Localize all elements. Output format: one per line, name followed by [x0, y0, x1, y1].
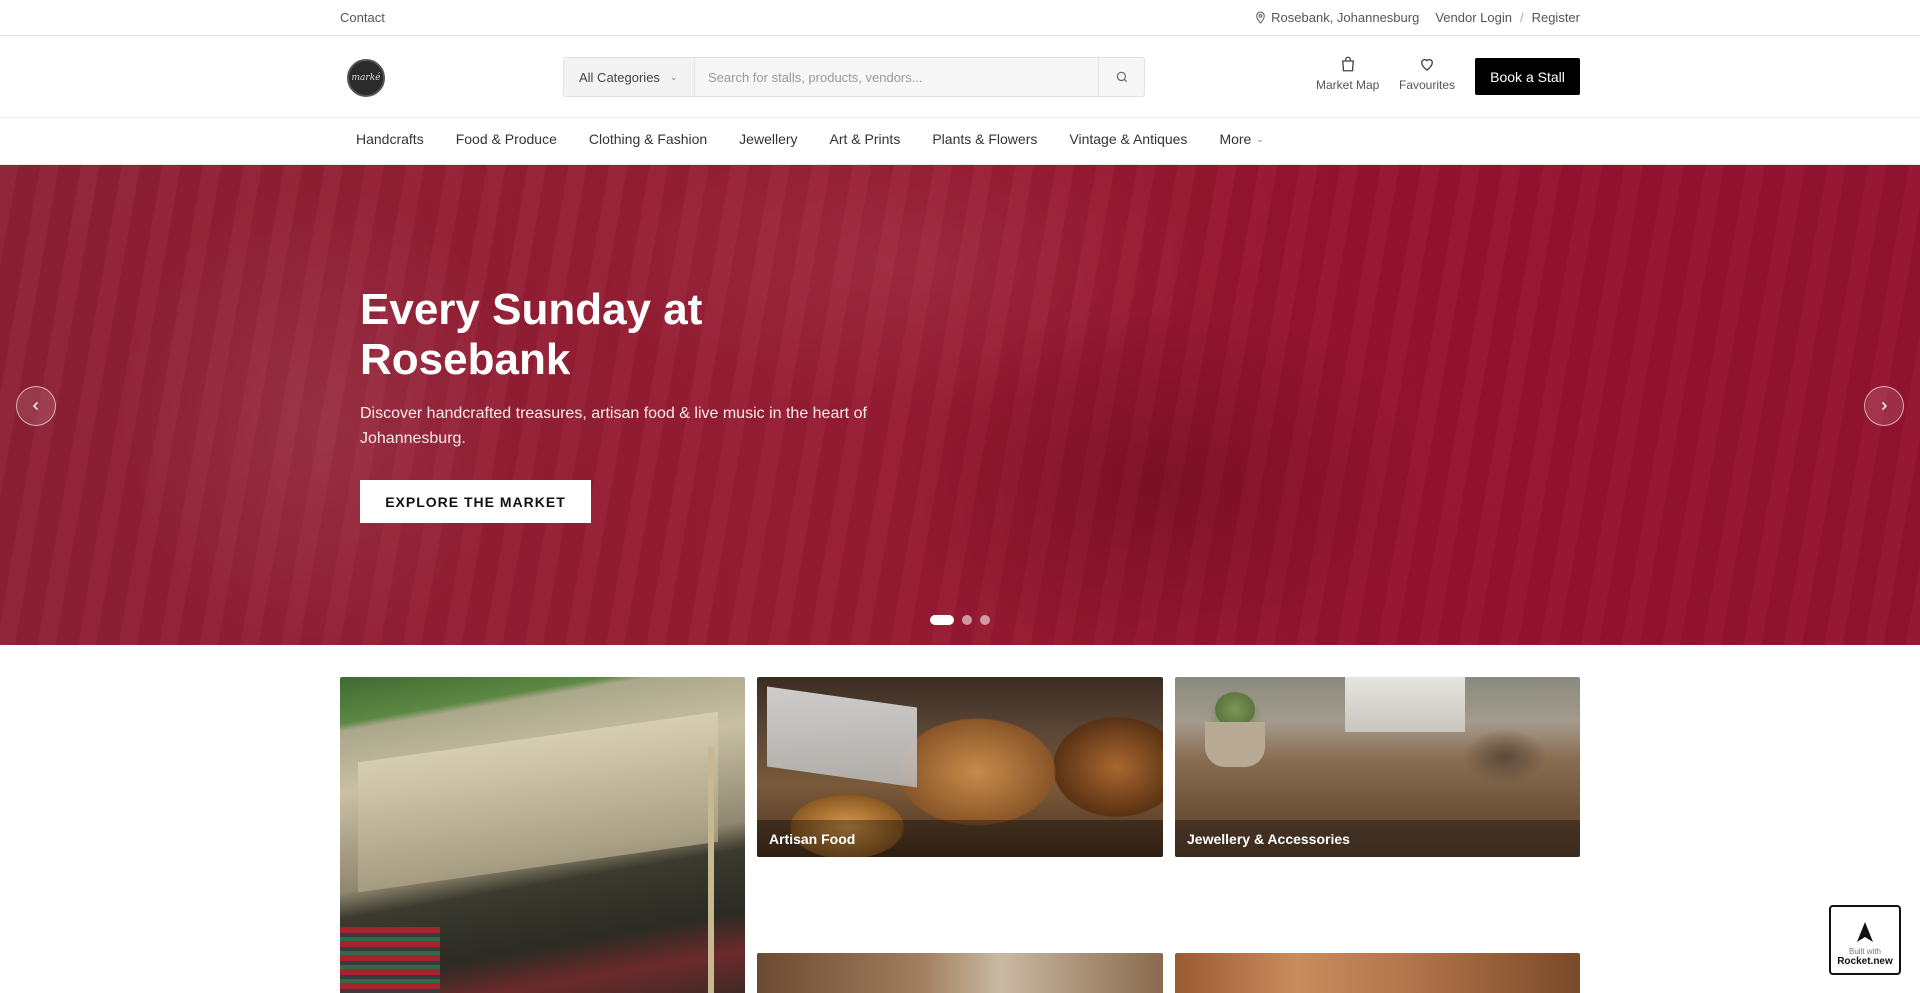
location-label: Rosebank, Johannesburg — [1271, 10, 1420, 25]
built-with-badge[interactable]: Built with Rocket.new — [1829, 905, 1901, 975]
stall-fabric-image — [340, 927, 440, 993]
search-bar: All Categories ⌄ — [563, 57, 1145, 97]
stall-pole-image — [708, 747, 714, 993]
window-image — [1345, 677, 1465, 732]
carousel-dot[interactable] — [962, 615, 972, 625]
category-tile-crafts[interactable] — [1175, 953, 1580, 993]
category-select-value: All Categories — [579, 69, 660, 85]
food-cloth-image — [767, 686, 917, 788]
nav-item-jewellery[interactable]: Jewellery — [739, 131, 797, 147]
search-button[interactable] — [1098, 58, 1144, 96]
carousel-dot[interactable] — [930, 615, 954, 625]
category-tile-artisan-food[interactable]: Artisan Food — [757, 677, 1163, 857]
stall-awning-image — [358, 711, 718, 893]
top-utility-bar: Contact Rosebank, Johannesburg Vendor Lo… — [0, 0, 1920, 36]
search-input[interactable] — [695, 58, 1098, 96]
hero-subtitle: Discover handcrafted treasures, artisan … — [360, 405, 867, 447]
carousel-dots — [930, 615, 990, 625]
contact-link[interactable]: Contact — [340, 10, 385, 25]
rocket-icon — [1857, 922, 1873, 942]
nav-item-label: Jewellery — [739, 131, 798, 147]
badge-small-text: Built with — [1848, 947, 1881, 956]
nav-item-plants-flowers[interactable]: Plants & Flowers — [932, 131, 1037, 147]
market-map-label: Market Map — [1316, 78, 1380, 92]
chevron-down-icon: ⌄ — [1256, 133, 1264, 144]
market-map-button[interactable]: Market Map — [1316, 55, 1379, 92]
category-tile-label: Jewellery & Accessories — [1175, 820, 1580, 857]
nav-item-more[interactable]: More ⌄ — [1219, 131, 1263, 147]
main-header: marké All Categories ⌄ Market Map Favour… — [0, 37, 1920, 118]
nav-item-label: Art & Prints — [829, 131, 901, 147]
hero-carousel: Every Sunday at Rosebank Discover handcr… — [0, 165, 1920, 645]
category-tile-jewellery[interactable]: Jewellery & Accessories — [1175, 677, 1580, 857]
nav-item-label: Clothing & Fashion — [588, 131, 708, 147]
badge-brand-text: Rocket.new — [1837, 956, 1893, 967]
nav-item-vintage-antiques[interactable]: Vintage & Antiques — [1069, 131, 1187, 147]
explore-market-button[interactable]: EXPLORE THE MARKET — [360, 480, 591, 523]
chevron-left-icon — [32, 401, 39, 411]
category-select[interactable]: All Categories ⌄ — [564, 58, 695, 96]
carousel-next-button[interactable] — [1864, 386, 1904, 426]
pot-image — [1205, 722, 1265, 767]
book-stall-button[interactable]: Book a Stall — [1475, 58, 1580, 95]
nav-item-handcrafts[interactable]: Handcrafts — [356, 131, 424, 147]
nav-item-label: More — [1219, 131, 1252, 147]
shopping-bag-icon — [1341, 56, 1354, 72]
separator: / — [1519, 10, 1524, 25]
heart-icon — [1421, 58, 1433, 71]
site-logo[interactable]: marké — [347, 59, 385, 97]
vendor-login-link[interactable]: Vendor Login — [1435, 10, 1512, 25]
carousel-dot[interactable] — [980, 615, 990, 625]
chevron-right-icon — [1881, 401, 1888, 411]
carousel-prev-button[interactable] — [16, 386, 56, 426]
nav-item-label: Plants & Flowers — [932, 131, 1038, 147]
hero-title: Every Sunday at Rosebank — [360, 285, 703, 384]
register-link[interactable]: Register — [1532, 10, 1580, 25]
map-pin-icon — [1256, 11, 1265, 24]
topbar-right: Rosebank, Johannesburg Vendor Login / Re… — [1254, 10, 1580, 25]
category-tile-market-stall[interactable] — [340, 677, 745, 993]
nav-item-food-produce[interactable]: Food & Produce — [456, 131, 557, 147]
nav-item-label: Vintage & Antiques — [1069, 131, 1188, 147]
logo-text: marké — [351, 73, 381, 83]
nav-item-label: Food & Produce — [455, 131, 557, 147]
favourites-label: Favourites — [1399, 78, 1456, 92]
location-selector[interactable]: Rosebank, Johannesburg — [1254, 10, 1419, 25]
favourites-button[interactable]: Favourites — [1399, 55, 1455, 92]
nav-item-art-prints[interactable]: Art & Prints — [830, 131, 901, 147]
category-nav-list: Handcrafts Food & Produce Clothing & Fas… — [356, 131, 1296, 147]
nav-item-clothing-fashion[interactable]: Clothing & Fashion — [589, 131, 707, 147]
nav-item-label: Handcrafts — [356, 131, 424, 147]
category-nav: Handcrafts Food & Produce Clothing & Fas… — [0, 118, 1920, 165]
category-tile-homeware[interactable] — [757, 953, 1163, 993]
search-icon — [1116, 71, 1127, 83]
chevron-down-icon: ⌄ — [669, 71, 678, 82]
category-tile-label: Artisan Food — [757, 820, 1163, 857]
hero-background-image — [0, 165, 1920, 645]
